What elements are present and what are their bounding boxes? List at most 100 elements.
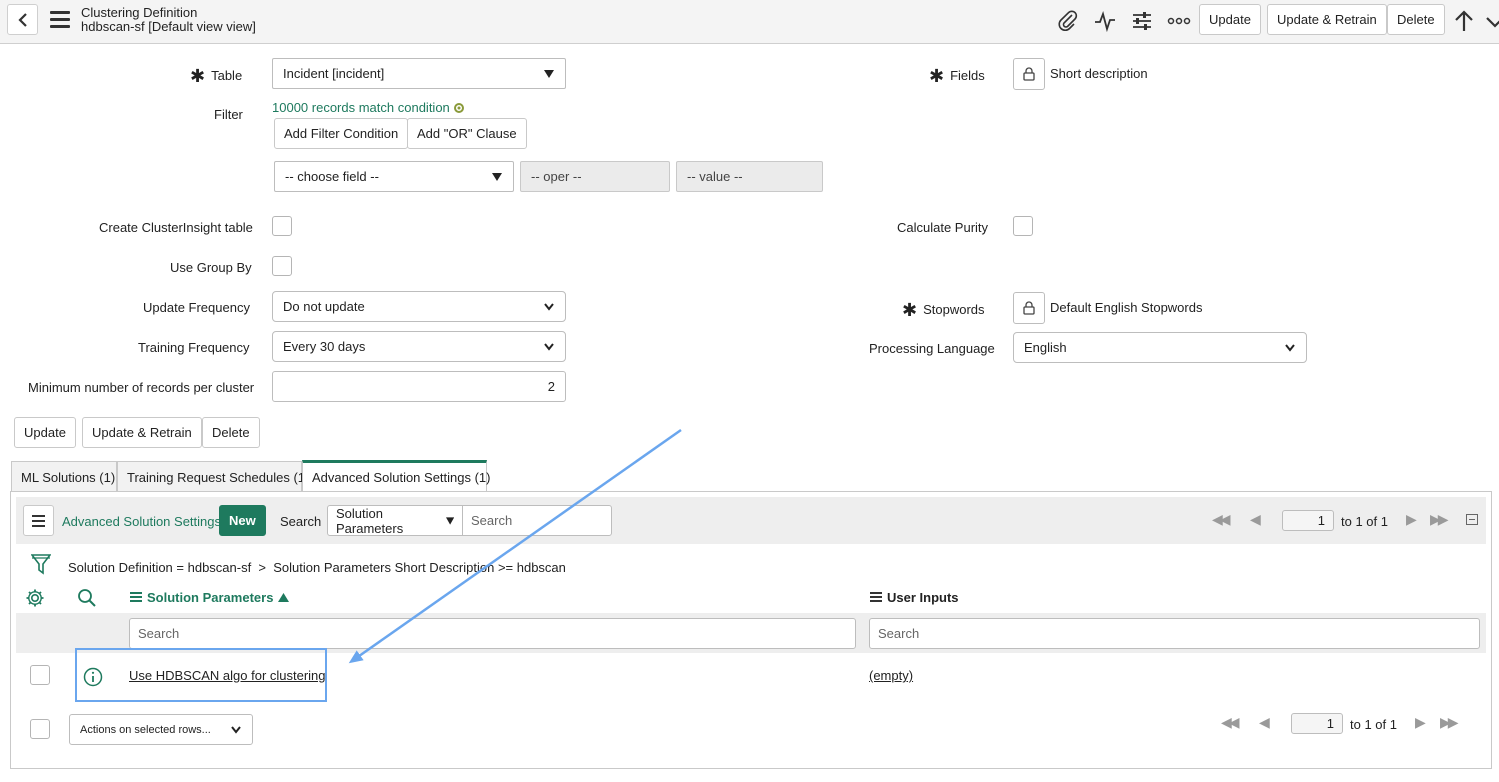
- paperclip-icon[interactable]: [1055, 8, 1081, 34]
- add-or-clause-button[interactable]: Add "OR" Clause: [407, 118, 527, 149]
- lock-icon: [1023, 301, 1035, 315]
- footer-page-input[interactable]: 1: [1291, 713, 1343, 734]
- table-select-value: Incident [incident]: [283, 66, 385, 81]
- last-page-icon[interactable]: ▶▶: [1430, 511, 1448, 528]
- required-asterisk-icon: ✱: [929, 66, 945, 86]
- choose-field-select[interactable]: -- choose field --: [274, 161, 514, 192]
- update-frequency-value: Do not update: [283, 299, 365, 314]
- add-filter-condition-button[interactable]: Add Filter Condition: [274, 118, 409, 149]
- dropdown-arrow-icon: [492, 173, 502, 181]
- fields-label: ✱ Fields: [929, 66, 985, 86]
- arrow-down-icon[interactable]: [1484, 8, 1499, 34]
- tab-ml-solutions[interactable]: ML Solutions (1): [11, 461, 117, 492]
- solution-parameters-search-input[interactable]: Search: [129, 618, 856, 649]
- stopwords-lock-button[interactable]: [1013, 292, 1045, 324]
- gear-icon[interactable]: [25, 588, 45, 608]
- dropdown-arrow-icon: [445, 516, 454, 525]
- refresh-icon[interactable]: [453, 102, 465, 114]
- lock-icon: [1023, 67, 1035, 81]
- training-frequency-value: Every 30 days: [283, 339, 366, 354]
- training-frequency-select[interactable]: Every 30 days: [272, 331, 566, 362]
- search-field-select[interactable]: Solution Parameters: [327, 505, 463, 536]
- create-clusterinsight-label: Create ClusterInsight table: [99, 220, 253, 235]
- column-menu-icon[interactable]: [870, 591, 882, 604]
- calculate-purity-checkbox[interactable]: [1013, 216, 1033, 236]
- annotation-highlight-box: [75, 648, 327, 702]
- filter-match-link[interactable]: 10000 records match condition: [272, 100, 465, 115]
- first-page-icon[interactable]: ◀◀: [1212, 511, 1230, 528]
- header-update-button[interactable]: Update: [1199, 4, 1261, 35]
- required-asterisk-icon: ✱: [902, 300, 918, 320]
- header-update-retrain-button[interactable]: Update & Retrain: [1267, 4, 1387, 35]
- activity-icon[interactable]: [1092, 8, 1118, 34]
- next-page-icon[interactable]: ▶: [1406, 511, 1417, 528]
- processing-language-select[interactable]: English: [1013, 332, 1307, 363]
- form-subtitle: hdbscan-sf [Default view view]: [81, 19, 256, 34]
- user-inputs-search-input[interactable]: Search: [869, 618, 1480, 649]
- update-frequency-select[interactable]: Do not update: [272, 291, 566, 322]
- table-label: ✱ Table: [190, 66, 243, 86]
- header-delete-button[interactable]: Delete: [1387, 4, 1445, 35]
- breadcrumb[interactable]: Solution Definition = hdbscan-sf > Solut…: [68, 560, 566, 575]
- settings-sliders-icon[interactable]: [1129, 8, 1155, 34]
- search-icon[interactable]: [77, 588, 97, 608]
- menu-icon: [32, 514, 45, 527]
- choose-field-value: -- choose field --: [285, 169, 379, 184]
- footer-previous-page-icon[interactable]: ◀: [1259, 714, 1270, 731]
- required-asterisk-icon: ✱: [190, 66, 206, 86]
- use-group-by-checkbox[interactable]: [272, 256, 292, 276]
- delete-button[interactable]: Delete: [202, 417, 260, 448]
- select-all-checkbox[interactable]: [30, 719, 50, 739]
- more-options-icon[interactable]: [1166, 8, 1192, 34]
- use-group-by-label: Use Group By: [170, 260, 252, 275]
- list-title: Advanced Solution Settings: [62, 514, 221, 529]
- fields-lock-button[interactable]: [1013, 58, 1045, 90]
- column-header-solution-parameters[interactable]: Solution Parameters: [130, 590, 290, 605]
- list-search-input[interactable]: Search: [462, 505, 612, 536]
- tab-advanced-solution-settings[interactable]: Advanced Solution Settings (1): [302, 460, 491, 492]
- filter-funnel-icon[interactable]: [31, 553, 51, 575]
- footer-page-count-text: to 1 of 1: [1350, 717, 1397, 732]
- min-records-input[interactable]: 2: [272, 371, 566, 402]
- row-checkbox[interactable]: [30, 665, 50, 685]
- create-clusterinsight-checkbox[interactable]: [272, 216, 292, 236]
- processing-language-value: English: [1024, 340, 1067, 355]
- dropdown-arrow-icon: [544, 70, 554, 78]
- previous-page-icon[interactable]: ◀: [1250, 511, 1261, 528]
- new-button[interactable]: New: [219, 505, 266, 536]
- search-label: Search: [280, 514, 322, 529]
- processing-language-label: Processing Language: [869, 341, 995, 356]
- footer-last-page-icon[interactable]: ▶▶: [1440, 714, 1458, 731]
- chevron-left-icon: [17, 12, 27, 27]
- stopwords-value: Default English Stopwords: [1050, 300, 1203, 315]
- arrow-up-icon[interactable]: [1451, 8, 1477, 34]
- back-button[interactable]: [7, 4, 38, 35]
- context-menu-icon[interactable]: [50, 11, 70, 29]
- actions-select-value: Actions on selected rows...: [80, 723, 211, 736]
- update-retrain-button[interactable]: Update & Retrain: [82, 417, 202, 448]
- table-select[interactable]: Incident [incident]: [272, 58, 566, 89]
- form-title: Clustering Definition: [81, 5, 198, 20]
- chevron-down-icon: [231, 726, 241, 734]
- collapse-icon[interactable]: [1466, 514, 1478, 525]
- page-count-text: to 1 of 1: [1341, 514, 1388, 529]
- chevron-down-icon: [1285, 344, 1295, 352]
- column-menu-icon[interactable]: [130, 591, 142, 604]
- column-header-user-inputs[interactable]: User Inputs: [870, 590, 959, 605]
- search-field-value: Solution Parameters: [336, 505, 404, 536]
- page-input[interactable]: 1: [1282, 510, 1334, 531]
- min-records-value: 2: [547, 379, 555, 394]
- min-records-label: Minimum number of records per cluster: [28, 380, 255, 395]
- footer-first-page-icon[interactable]: ◀◀: [1221, 714, 1239, 731]
- update-button[interactable]: Update: [14, 417, 76, 448]
- footer-next-page-icon[interactable]: ▶: [1415, 714, 1426, 731]
- value-input: -- value --: [676, 161, 823, 192]
- list-menu-button[interactable]: [23, 505, 54, 536]
- fields-value: Short description: [1050, 66, 1148, 81]
- sort-ascending-icon: [278, 593, 290, 602]
- tab-training-request-schedules[interactable]: Training Request Schedules (1): [117, 461, 309, 492]
- user-inputs-link[interactable]: (empty): [869, 668, 913, 683]
- filter-label: Filter: [214, 107, 243, 122]
- training-frequency-label: Training Frequency: [138, 340, 250, 355]
- actions-select[interactable]: Actions on selected rows...: [69, 714, 253, 745]
